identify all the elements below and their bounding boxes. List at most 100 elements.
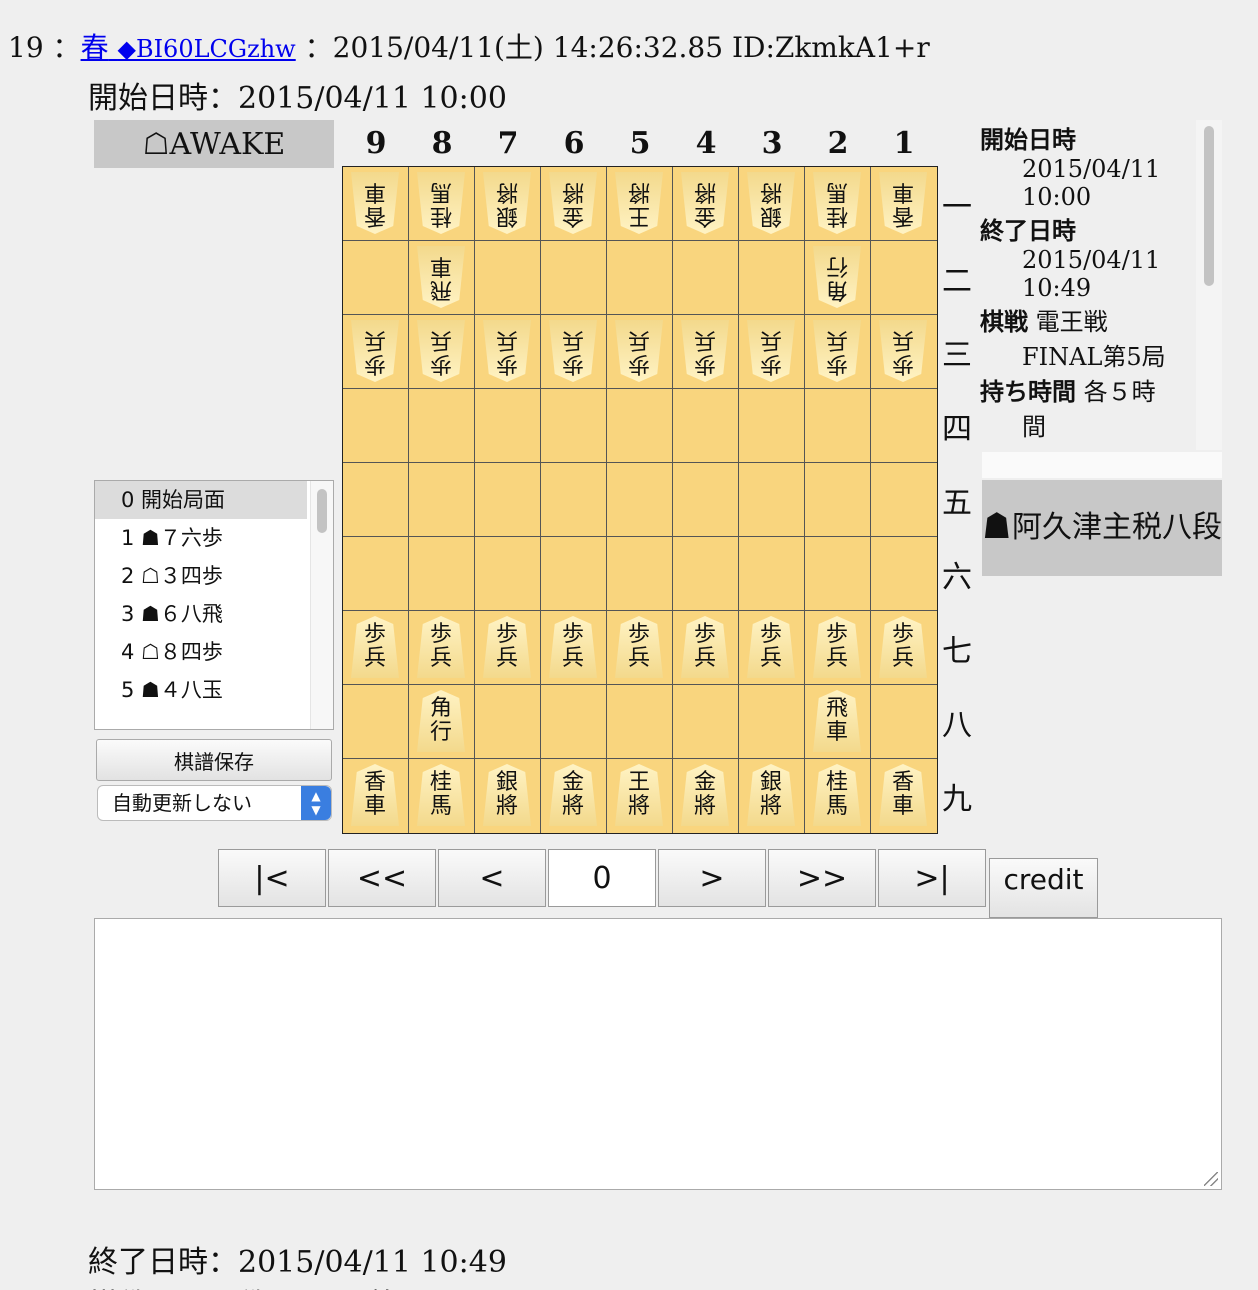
gote-piece[interactable]: 歩兵 bbox=[747, 320, 795, 382]
forward-10-button[interactable]: >> bbox=[768, 849, 876, 907]
info-scrollbar[interactable] bbox=[1196, 120, 1222, 450]
sente-piece[interactable]: 桂馬 bbox=[417, 764, 465, 826]
gote-piece[interactable]: 飛車 bbox=[417, 246, 465, 308]
gote-piece[interactable]: 金將 bbox=[549, 172, 597, 234]
piece-char: 兵 bbox=[628, 327, 651, 352]
sente-piece[interactable]: 歩兵 bbox=[615, 616, 663, 678]
move-list-scroll-thumb[interactable] bbox=[317, 489, 327, 533]
sente-piece[interactable]: 歩兵 bbox=[483, 616, 531, 678]
piece-char: 銀 bbox=[496, 203, 519, 228]
board-grid-line bbox=[540, 167, 541, 833]
board-grid-line bbox=[343, 462, 937, 463]
piece-char: 歩 bbox=[759, 622, 782, 647]
resize-grip-icon[interactable] bbox=[1204, 1172, 1218, 1186]
gote-piece[interactable]: 歩兵 bbox=[351, 320, 399, 382]
gote-piece[interactable]: 桂馬 bbox=[417, 172, 465, 234]
sente-piece[interactable]: 飛車 bbox=[813, 690, 861, 752]
gote-piece[interactable]: 金將 bbox=[681, 172, 729, 234]
gote-piece[interactable]: 桂馬 bbox=[813, 172, 861, 234]
info-time-value2: 間 bbox=[1022, 413, 1046, 441]
piece-char: 飛 bbox=[430, 277, 453, 302]
sente-piece[interactable]: 金將 bbox=[549, 764, 597, 826]
next-move-button[interactable]: > bbox=[658, 849, 766, 907]
sente-piece[interactable]: 王將 bbox=[615, 764, 663, 826]
sente-piece[interactable]: 銀將 bbox=[747, 764, 795, 826]
first-move-button[interactable]: |< bbox=[218, 849, 326, 907]
gote-piece[interactable]: 角行 bbox=[813, 246, 861, 308]
gote-piece[interactable]: 歩兵 bbox=[483, 320, 531, 382]
row-label: 七 bbox=[942, 634, 972, 669]
gote-piece[interactable]: 歩兵 bbox=[813, 320, 861, 382]
move-list-scrollbar[interactable] bbox=[310, 481, 333, 729]
move-list-item[interactable]: 4 ☖８四歩 bbox=[95, 633, 307, 671]
move-list-item[interactable]: 3 ☗６八飛 bbox=[95, 595, 307, 633]
info-end-time: 10:49 bbox=[1022, 274, 1092, 302]
gote-piece[interactable]: 歩兵 bbox=[879, 320, 927, 382]
piece-char: 桂 bbox=[826, 203, 849, 228]
move-list[interactable]: 0 開始局面 1 ☗７六歩 2 ☖３四歩 3 ☗６八飛 4 ☖８四歩 5 ☗４八玉 bbox=[94, 480, 334, 730]
piece-char: 歩 bbox=[363, 622, 386, 647]
poster-name-link[interactable]: 春 ◆BI60LCGzhw bbox=[81, 31, 296, 64]
piece-char: 將 bbox=[693, 794, 716, 819]
move-list-item[interactable]: 5 ☗４八玉 bbox=[95, 671, 307, 709]
gote-piece[interactable]: 王將 bbox=[615, 172, 663, 234]
column-label: 3 bbox=[761, 126, 783, 161]
move-list-item[interactable]: 0 開始局面 bbox=[95, 481, 307, 519]
info-time-value: 各５時 bbox=[1083, 378, 1156, 406]
piece-char: 歩 bbox=[825, 622, 848, 647]
piece-char: 兵 bbox=[627, 646, 650, 671]
board-column-labels: 9 8 7 6 5 4 3 2 1 bbox=[342, 126, 938, 166]
sente-piece[interactable]: 金將 bbox=[681, 764, 729, 826]
sente-piece[interactable]: 桂馬 bbox=[813, 764, 861, 826]
piece-char: 桂 bbox=[430, 203, 453, 228]
comment-textarea[interactable] bbox=[94, 918, 1222, 1190]
piece-char: 歩 bbox=[562, 351, 585, 376]
gote-piece[interactable]: 銀將 bbox=[483, 172, 531, 234]
sente-piece[interactable]: 歩兵 bbox=[747, 616, 795, 678]
gote-piece[interactable]: 歩兵 bbox=[615, 320, 663, 382]
gote-piece[interactable]: 歩兵 bbox=[681, 320, 729, 382]
board-grid-line bbox=[474, 167, 475, 833]
gote-piece[interactable]: 香車 bbox=[879, 172, 927, 234]
back-10-button[interactable]: << bbox=[328, 849, 436, 907]
prev-move-button[interactable]: < bbox=[438, 849, 546, 907]
board-grid-line bbox=[343, 314, 937, 315]
sente-piece[interactable]: 歩兵 bbox=[417, 616, 465, 678]
info-scroll-thumb[interactable] bbox=[1204, 126, 1214, 286]
select-arrows-icon[interactable]: ▲ ▼ bbox=[301, 786, 331, 820]
auto-update-select[interactable]: 自動更新しない ▲ ▼ bbox=[97, 785, 332, 821]
sente-piece[interactable]: 歩兵 bbox=[351, 616, 399, 678]
sente-piece[interactable]: 歩兵 bbox=[813, 616, 861, 678]
piece-char: 兵 bbox=[693, 646, 716, 671]
piece-char: 歩 bbox=[429, 622, 452, 647]
sente-piece[interactable]: 香車 bbox=[879, 764, 927, 826]
info-start-time: 10:00 bbox=[1022, 183, 1092, 211]
move-list-item[interactable]: 1 ☗７六歩 bbox=[95, 519, 307, 557]
column-label: 1 bbox=[893, 126, 915, 161]
gote-piece[interactable]: 歩兵 bbox=[549, 320, 597, 382]
move-number-input[interactable]: 0 bbox=[548, 849, 656, 907]
post-start-line: 開始日時：2015/04/11 10:00 bbox=[88, 81, 507, 116]
sente-piece[interactable]: 香車 bbox=[351, 764, 399, 826]
row-label: 六 bbox=[942, 560, 972, 595]
gote-piece[interactable]: 歩兵 bbox=[417, 320, 465, 382]
row-label: 八 bbox=[942, 708, 972, 743]
board-grid-line bbox=[738, 167, 739, 833]
column-label: 8 bbox=[431, 126, 453, 161]
save-kifu-button[interactable]: 棋譜保存 bbox=[96, 739, 332, 781]
sente-piece[interactable]: 銀將 bbox=[483, 764, 531, 826]
credit-button[interactable]: credit bbox=[989, 858, 1098, 918]
piece-char: 將 bbox=[694, 179, 717, 204]
sente-piece[interactable]: 角行 bbox=[417, 690, 465, 752]
gote-piece[interactable]: 香車 bbox=[351, 172, 399, 234]
piece-char: 歩 bbox=[627, 622, 650, 647]
sente-piece[interactable]: 歩兵 bbox=[879, 616, 927, 678]
piece-char: 兵 bbox=[364, 327, 387, 352]
gote-piece[interactable]: 銀將 bbox=[747, 172, 795, 234]
last-move-button[interactable]: >| bbox=[878, 849, 986, 907]
piece-char: 銀 bbox=[759, 770, 782, 795]
sente-piece[interactable]: 歩兵 bbox=[549, 616, 597, 678]
board-grid-line bbox=[672, 167, 673, 833]
sente-piece[interactable]: 歩兵 bbox=[681, 616, 729, 678]
move-list-item[interactable]: 2 ☖３四歩 bbox=[95, 557, 307, 595]
